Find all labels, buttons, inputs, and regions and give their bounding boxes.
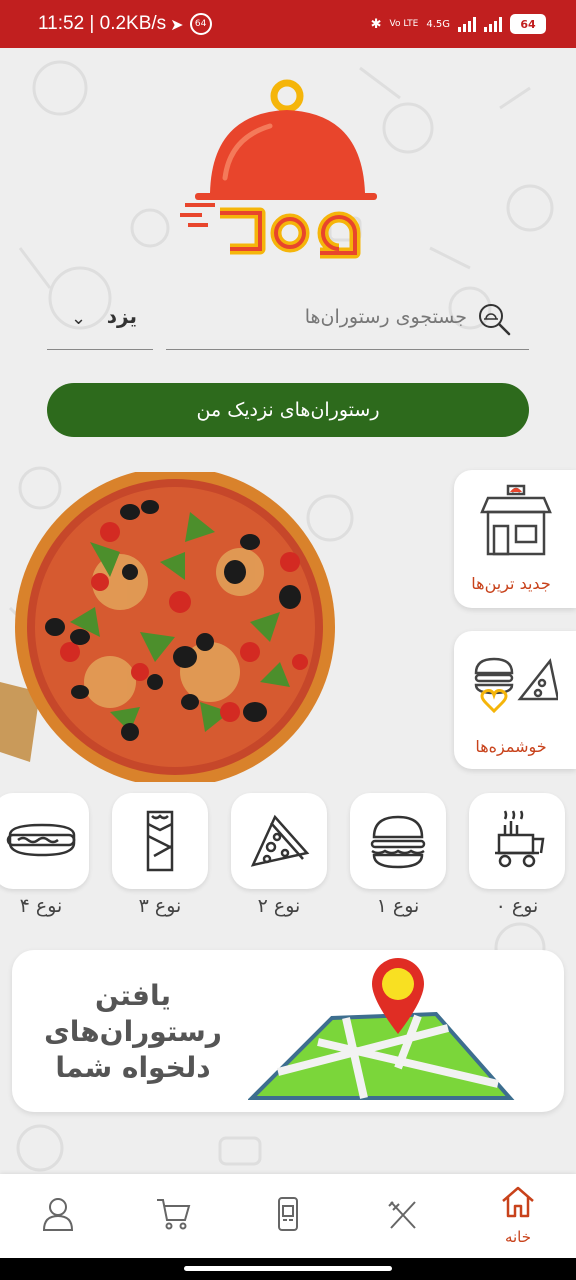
pizza-slice-icon (250, 814, 310, 867)
chevron-down-icon: ⌄ (71, 308, 87, 329)
notification-count-badge: 64 (189, 13, 212, 35)
bottom-navigation: خانه (0, 1174, 576, 1258)
search-input[interactable]: جستجوی رستوران‌ها (166, 296, 529, 350)
category-item-type0[interactable]: نوع ۰ (469, 793, 565, 917)
category-item-type4[interactable]: نوع ۴ (0, 793, 89, 917)
newest-card[interactable]: جدید ترین‌ها (454, 470, 576, 608)
category-label: نوع ۱ (376, 895, 420, 917)
category-label: نوع ۴ (19, 895, 63, 917)
bluetooth-icon: ✱ (370, 16, 382, 32)
fastfood-cart-icon (495, 810, 545, 868)
nav-restaurants[interactable] (358, 1174, 448, 1258)
tasty-card[interactable]: خوشمزه‌ها (454, 631, 576, 769)
nav-cart[interactable] (128, 1174, 218, 1258)
shop-icon (480, 484, 552, 556)
system-home-indicator (0, 1258, 576, 1280)
map-pin-illustration (248, 958, 515, 1100)
search-icon (479, 304, 511, 336)
pizza-image (0, 472, 335, 782)
signal-icon-2 (484, 16, 502, 32)
food-heart-icon (474, 657, 558, 714)
category-item-type3[interactable]: نوع ۳ (112, 793, 208, 917)
nav-home-label: خانه (504, 1228, 532, 1246)
find-banner-text: یافتن رستوران‌های دلخواه شما (44, 979, 222, 1084)
app-logo (180, 79, 377, 259)
nav-home[interactable]: خانه (473, 1174, 563, 1258)
category-label: نوع ۲ (257, 895, 301, 917)
telegram-icon: ➤ (170, 14, 184, 34)
fork-knife-icon (388, 1201, 416, 1229)
signal-icon (458, 16, 476, 32)
nav-qr-scan[interactable] (243, 1174, 333, 1258)
battery-icon: 64 (510, 14, 546, 34)
hotdog-icon (6, 823, 76, 857)
cart-icon (157, 1199, 191, 1230)
city-dropdown[interactable]: ⌄ یزد (47, 296, 153, 350)
newest-label: جدید ترین‌ها (471, 574, 551, 593)
category-label: نوع ۰ (495, 895, 539, 917)
network-type: 4.5G (426, 18, 450, 30)
tasty-label: خوشمزه‌ها (475, 737, 547, 756)
wrap-icon (146, 810, 174, 872)
nearby-restaurants-button[interactable]: رستوران‌های نزدیک من (47, 383, 529, 437)
category-item-type1[interactable]: نوع ۱ (350, 793, 446, 917)
status-time: 11:52 | 0.2KB/s (38, 13, 167, 34)
category-label: نوع ۳ (138, 895, 182, 917)
category-item-type2[interactable]: نوع ۲ (231, 793, 327, 917)
find-restaurants-banner[interactable]: یافتن رستوران‌های دلخواه شما (12, 950, 564, 1112)
user-icon (42, 1198, 74, 1231)
nav-profile[interactable] (13, 1174, 103, 1258)
volte-indicator: Vo LTE (389, 19, 419, 29)
status-bar: 11:52 | 0.2KB/s ➤ 64 ✱ Vo LTE 4.5G 64 (0, 0, 576, 48)
search-placeholder: جستجوی رستوران‌ها (304, 306, 467, 328)
burger-icon (370, 815, 426, 869)
qr-phone-icon (278, 1197, 298, 1231)
city-label: یزد (106, 304, 137, 328)
home-icon (502, 1186, 534, 1218)
